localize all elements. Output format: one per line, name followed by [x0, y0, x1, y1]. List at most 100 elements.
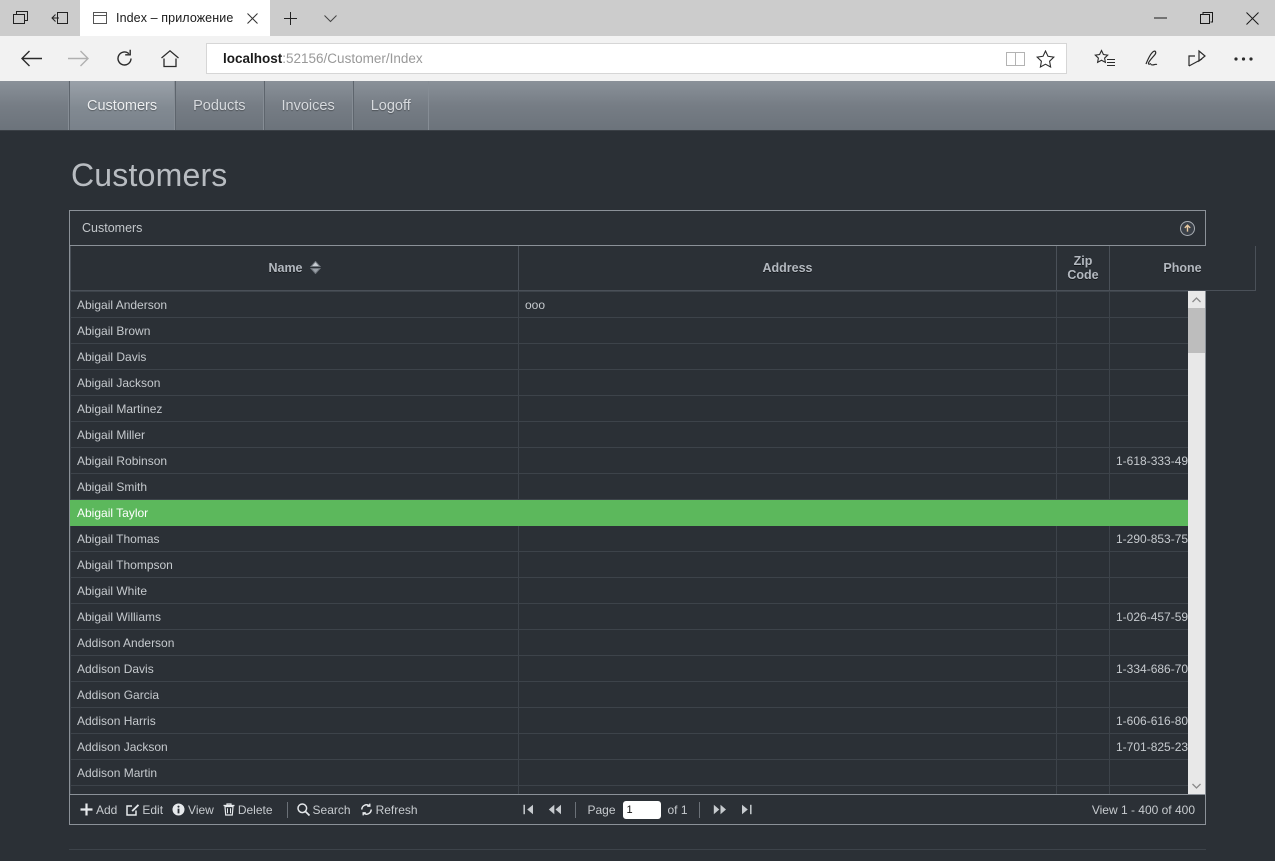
window-controls: [1137, 0, 1275, 36]
forward-button[interactable]: [56, 39, 100, 79]
address-bar[interactable]: localhost:52156/Customer/Index: [206, 43, 1067, 74]
sort-updown-icon[interactable]: [310, 261, 321, 274]
grid-vertical-scrollbar[interactable]: [1188, 291, 1205, 794]
cell-name: Abigail Smith: [71, 474, 519, 500]
pen-icon[interactable]: [1129, 39, 1173, 79]
close-icon[interactable]: [242, 3, 264, 33]
table-row[interactable]: Abigail Davis: [71, 344, 1206, 370]
cell-address: [519, 786, 1057, 795]
site-navigation: Customers Poducts Invoices Logoff: [0, 81, 1275, 131]
trash-icon: [223, 803, 235, 816]
column-header-address[interactable]: Address: [519, 246, 1057, 291]
add-button[interactable]: Add: [78, 803, 124, 817]
table-row[interactable]: Abigail White: [71, 578, 1206, 604]
table-row[interactable]: Abigail Jackson: [71, 370, 1206, 396]
column-header-name[interactable]: Name: [71, 246, 519, 291]
set-aside-tabs-icon[interactable]: [40, 0, 80, 36]
chevron-down-icon[interactable]: [310, 0, 350, 36]
cell-address: [519, 396, 1057, 422]
star-list-icon[interactable]: [1083, 39, 1127, 79]
cell-address: [519, 682, 1057, 708]
table-row[interactable]: Abigail Thompson: [71, 552, 1206, 578]
circle-up-arrow-icon[interactable]: [1180, 221, 1195, 236]
search-button[interactable]: Search: [295, 803, 358, 817]
table-row[interactable]: Addison Davis1-334-686-7042: [71, 656, 1206, 682]
plus-icon: [80, 803, 93, 816]
refresh-button[interactable]: Refresh: [358, 803, 425, 817]
sidebar-item-customers[interactable]: Customers: [69, 81, 175, 130]
table-row[interactable]: Abigail Martinez: [71, 396, 1206, 422]
tab-preview-icon[interactable]: [0, 0, 40, 36]
column-header-zip[interactable]: Zip Code: [1057, 246, 1110, 291]
cell-address: [519, 604, 1057, 630]
page-last-icon[interactable]: [733, 799, 759, 821]
page-number-input[interactable]: [623, 801, 661, 819]
cell-zip: [1057, 630, 1110, 656]
table-row[interactable]: Abigail Thomas1-290-853-7531: [71, 526, 1206, 552]
nav-brand-spacer: [0, 81, 69, 130]
cell-name: Addison Smith: [71, 786, 519, 795]
page-prev-icon[interactable]: [542, 799, 568, 821]
url-text: localhost:52156/Customer/Index: [223, 51, 1000, 66]
page-first-icon[interactable]: [516, 799, 542, 821]
column-header-phone[interactable]: Phone: [1110, 246, 1256, 291]
ellipsis-icon[interactable]: [1221, 39, 1265, 79]
button-label: Edit: [142, 803, 163, 817]
star-icon[interactable]: [1030, 44, 1060, 73]
cell-zip: [1057, 422, 1110, 448]
home-icon[interactable]: [148, 39, 192, 79]
cell-address: [519, 526, 1057, 552]
table-row[interactable]: Abigail Andersonooo: [71, 292, 1206, 318]
table-row[interactable]: Addison Martin: [71, 760, 1206, 786]
view-button[interactable]: View: [170, 803, 221, 817]
table-row[interactable]: Addison Harris1-606-616-802: [71, 708, 1206, 734]
refresh-icon[interactable]: [102, 39, 146, 79]
cell-address: [519, 422, 1057, 448]
book-icon[interactable]: [1000, 44, 1030, 73]
cell-name: Abigail Thomas: [71, 526, 519, 552]
cell-address: [519, 708, 1057, 734]
button-label: View: [188, 803, 214, 817]
table-row[interactable]: Addison Garcia: [71, 682, 1206, 708]
cell-zip: [1057, 318, 1110, 344]
cell-address: [519, 552, 1057, 578]
browser-tab[interactable]: Index – приложение AS: [80, 0, 270, 36]
edit-button[interactable]: Edit: [124, 803, 170, 817]
scrollbar-thumb[interactable]: [1188, 308, 1205, 353]
table-row[interactable]: Addison Smith: [71, 786, 1206, 795]
delete-button[interactable]: Delete: [221, 803, 280, 817]
nav-label: Logoff: [371, 98, 411, 114]
table-row[interactable]: Abigail Williams1-026-457-5971: [71, 604, 1206, 630]
button-label: Refresh: [376, 803, 418, 817]
table-row[interactable]: Abigail Robinson1-618-333-4998: [71, 448, 1206, 474]
nav-label: Poducts: [193, 98, 245, 114]
nav-label: Customers: [87, 98, 157, 114]
page-next-icon[interactable]: [707, 799, 733, 821]
close-icon[interactable]: [1229, 0, 1275, 36]
cell-zip: [1057, 656, 1110, 682]
maximize-icon[interactable]: [1183, 0, 1229, 36]
table-row[interactable]: Abigail Taylor: [71, 500, 1206, 526]
cell-name: Abigail Taylor: [71, 500, 519, 526]
table-row[interactable]: Abigail Brown: [71, 318, 1206, 344]
sidebar-item-logoff[interactable]: Logoff: [353, 81, 429, 130]
scroll-up-icon[interactable]: [1188, 291, 1205, 308]
cell-name: Abigail Williams: [71, 604, 519, 630]
cell-name: Addison Anderson: [71, 630, 519, 656]
table-row[interactable]: Addison Jackson1-701-825-2345: [71, 734, 1206, 760]
table-row[interactable]: Addison Anderson: [71, 630, 1206, 656]
sidebar-item-invoices[interactable]: Invoices: [264, 81, 353, 130]
share-icon[interactable]: [1175, 39, 1219, 79]
cell-address: [519, 448, 1057, 474]
toolbar-divider: [287, 802, 288, 818]
sidebar-item-poducts[interactable]: Poducts: [175, 81, 263, 130]
table-row[interactable]: Abigail Smith: [71, 474, 1206, 500]
page-content: Customers Customers Name Address: [0, 131, 1275, 825]
page-title: Customers: [69, 131, 1206, 210]
new-tab-button[interactable]: [270, 0, 310, 36]
back-button[interactable]: [10, 39, 54, 79]
minimize-icon[interactable]: [1137, 0, 1183, 36]
scroll-down-icon[interactable]: [1188, 777, 1205, 794]
cell-name: Abigail Brown: [71, 318, 519, 344]
table-row[interactable]: Abigail Miller: [71, 422, 1206, 448]
